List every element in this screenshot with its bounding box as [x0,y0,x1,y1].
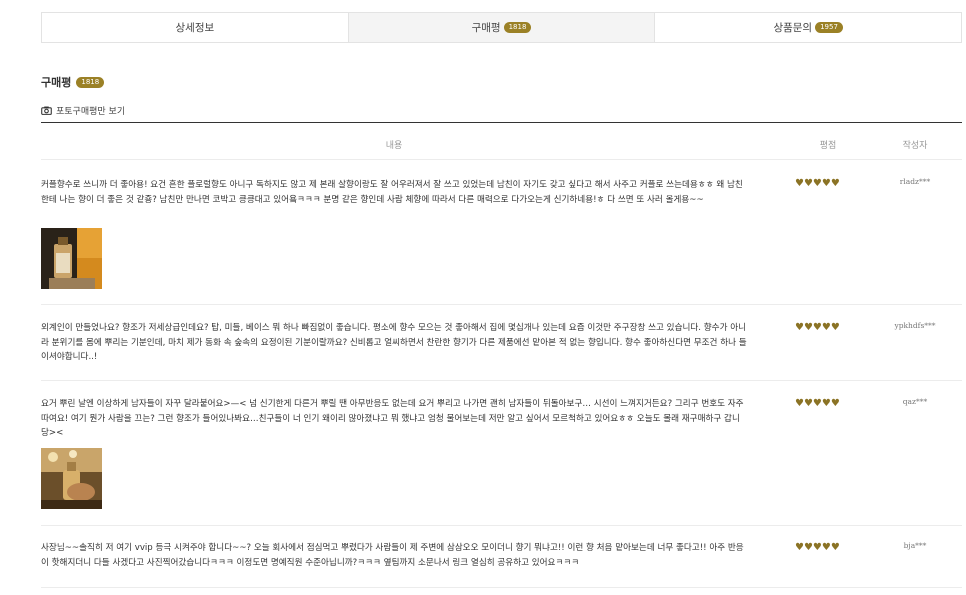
review-photo[interactable] [41,228,102,289]
rating-hearts: ♥♥♥♥♥ [795,322,840,333]
review-author: rladz*** [899,177,931,186]
tab-label: 상품문의 [773,22,813,34]
review-author: qaz*** [902,397,928,406]
tab-reviews[interactable]: 구매평 1818 [348,13,656,42]
review-text: 커플향수로 쓰니까 더 좋아용! 요건 흔한 플로럴향도 아니구 독하지도 않고… [41,180,743,205]
review-text: 요거 뿌린 날엔 이상하게 남자들이 자꾸 달라붙어요>—< 넘 신기한게 다른… [41,399,744,438]
tab-details[interactable]: 상세정보 [42,13,349,42]
review-table-header: 내용 평점 작성자 [41,122,962,160]
tab-label: 상세정보 [175,22,215,34]
tab-label: 구매평 [471,22,501,34]
product-tabs: 상세정보 구매평 1818 상품문의 1957 [41,12,962,43]
review-row[interactable]: 커플향수로 쓰니까 더 좋아용! 요건 흔한 플로럴향도 아니구 독하지도 않고… [41,160,962,305]
review-row[interactable]: 사장님~~솔직히 저 여기 vvip 등극 시켜주야 합니다~~? 오늘 회사에… [41,526,962,588]
section-count-badge: 1818 [76,76,105,88]
review-author: ypkhdfs*** [894,321,936,330]
review-photo[interactable] [41,448,102,509]
camera-icon [41,106,52,115]
rating-hearts: ♥♥♥♥♥ [795,178,840,189]
header-content: 내용 [385,141,403,151]
section-title: 구매평 1818 [41,74,105,90]
review-author: bja*** [903,541,927,550]
header-author: 작성자 [902,141,928,151]
review-count-badge: 1818 [503,22,532,33]
rating-hearts: ♥♥♥♥♥ [795,398,840,409]
tab-inquiries[interactable]: 상품문의 1957 [655,13,961,42]
review-row[interactable]: 외계인이 만들었나요? 향조가 저세상급인데요? 탑, 미들, 베이스 뭐 하나… [41,305,962,381]
section-title-text: 구매평 [41,76,72,89]
inquiry-count-badge: 1957 [815,22,843,33]
header-rating: 평점 [819,141,837,151]
photo-review-filter-label: 포토구매평만 보기 [56,107,126,117]
rating-hearts: ♥♥♥♥♥ [795,542,840,553]
review-text: 사장님~~솔직히 저 여기 vvip 등극 시켜주야 합니다~~? 오늘 회사에… [41,543,744,568]
photo-review-filter[interactable]: 포토구매평만 보기 [41,104,125,117]
review-text: 외계인이 만들었나요? 향조가 저세상급인데요? 탑, 미들, 베이스 뭐 하나… [41,323,747,362]
review-row[interactable]: 요거 뿌린 날엔 이상하게 남자들이 자꾸 달라붙어요>—< 넘 신기한게 다른… [41,381,962,526]
